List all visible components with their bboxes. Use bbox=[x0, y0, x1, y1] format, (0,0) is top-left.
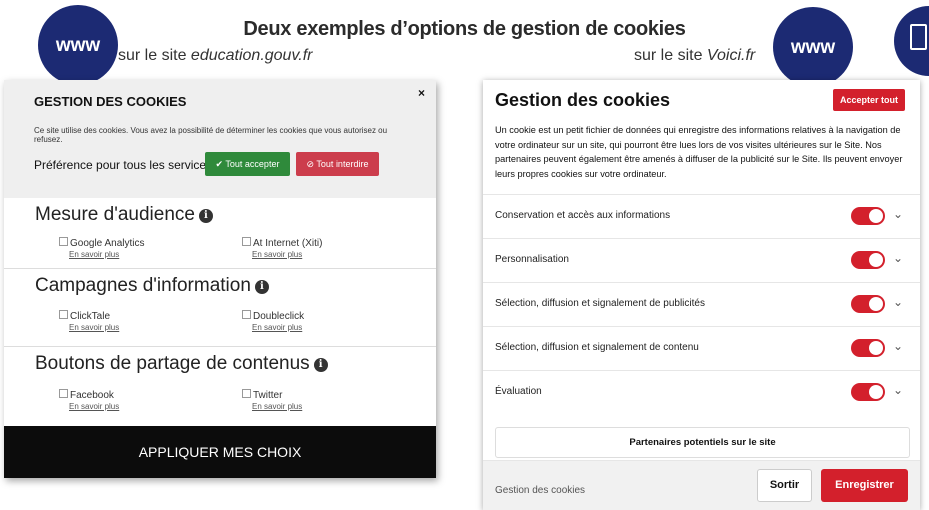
learn-more-link[interactable]: En savoir plus bbox=[69, 402, 119, 411]
chevron-down-icon[interactable]: ⌄ bbox=[893, 207, 903, 221]
toggle-knob bbox=[869, 341, 883, 355]
education-panel-title: GESTION DES COOKIES bbox=[34, 94, 187, 109]
section-title-campaigns-label: Campagnes d'information bbox=[35, 275, 251, 296]
info-icon[interactable]: i bbox=[254, 280, 269, 294]
option-facebook[interactable]: Facebook En savoir plus bbox=[59, 389, 119, 411]
apply-choices-button[interactable]: APPLIQUER MES CHOIX bbox=[4, 426, 436, 478]
section-title-audience: Mesure d'audience i bbox=[35, 204, 213, 226]
www-badge-left: www bbox=[38, 5, 118, 85]
consent-row-label: Conservation et accès aux informations bbox=[495, 210, 671, 221]
education-cookie-panel: × GESTION DES COOKIES Ce site utilise de… bbox=[4, 80, 436, 478]
chevron-down-icon[interactable]: ⌄ bbox=[893, 295, 903, 309]
option-clicktale[interactable]: ClickTale En savoir plus bbox=[59, 310, 119, 332]
consent-row[interactable]: Conservation et accès aux informations ⌄ bbox=[483, 194, 920, 239]
checkbox[interactable] bbox=[242, 237, 251, 246]
consent-toggle[interactable] bbox=[851, 251, 885, 269]
option-label: Facebook bbox=[70, 390, 114, 401]
voici-panel-title: Gestion des cookies bbox=[495, 90, 671, 110]
right-caption-prefix: sur le site bbox=[634, 47, 707, 64]
toggle-knob bbox=[869, 385, 883, 399]
left-caption-site: education.gouv.fr bbox=[190, 47, 313, 64]
divider bbox=[4, 346, 436, 347]
toggle-knob bbox=[869, 253, 883, 267]
learn-more-link[interactable]: En savoir plus bbox=[252, 250, 322, 259]
consent-row[interactable]: Sélection, diffusion et signalement de c… bbox=[483, 326, 920, 371]
option-doubleclick[interactable]: Doubleclick En savoir plus bbox=[242, 310, 304, 332]
option-label: ClickTale bbox=[70, 311, 111, 322]
checkbox[interactable] bbox=[242, 310, 251, 319]
voici-cookie-panel: Gestion des cookies Accepter tout Un coo… bbox=[483, 80, 920, 510]
right-caption-site: Voici.fr bbox=[706, 47, 756, 64]
option-twitter[interactable]: Twitter En savoir plus bbox=[242, 389, 302, 411]
deny-all-button[interactable]: ⊘ Tout interdire bbox=[296, 152, 379, 176]
education-panel-description: Ce site utilise des cookies. Vous avez l… bbox=[34, 126, 388, 144]
option-label: Google Analytics bbox=[70, 238, 145, 249]
accept-all-button[interactable]: ✔ Tout accepter bbox=[205, 152, 290, 176]
section-title-campaigns: Campagnes d'information i bbox=[35, 275, 269, 297]
consent-row[interactable]: Évaluation ⌄ bbox=[483, 370, 920, 415]
checkbox[interactable] bbox=[242, 389, 251, 398]
option-at-internet[interactable]: At Internet (Xiti) En savoir plus bbox=[242, 237, 322, 259]
consent-row[interactable]: Personnalisation ⌄ bbox=[483, 238, 920, 283]
consent-toggle[interactable] bbox=[851, 295, 885, 313]
document-icon bbox=[910, 24, 927, 50]
close-icon[interactable]: × bbox=[418, 86, 425, 100]
option-label: At Internet (Xiti) bbox=[253, 238, 323, 249]
learn-more-link[interactable]: En savoir plus bbox=[69, 250, 145, 259]
divider bbox=[4, 268, 436, 269]
checkbox[interactable] bbox=[59, 237, 68, 246]
partners-button[interactable]: Partenaires potentiels sur le site bbox=[495, 427, 910, 458]
left-caption-prefix: sur le site bbox=[118, 47, 191, 64]
toggle-knob bbox=[869, 297, 883, 311]
consent-row[interactable]: Sélection, diffusion et signalement de p… bbox=[483, 282, 920, 327]
consent-row-label: Évaluation bbox=[495, 386, 542, 397]
footer-label: Gestion des cookies bbox=[495, 485, 586, 496]
learn-more-link[interactable]: En savoir plus bbox=[252, 402, 302, 411]
consent-toggle[interactable] bbox=[851, 339, 885, 357]
preference-label: Préférence pour tous les services bbox=[34, 158, 213, 172]
www-badge-right: www bbox=[773, 7, 853, 87]
chevron-down-icon[interactable]: ⌄ bbox=[893, 251, 903, 265]
info-icon[interactable]: i bbox=[198, 209, 213, 223]
learn-more-link[interactable]: En savoir plus bbox=[69, 323, 119, 332]
consent-row-label: Personnalisation bbox=[495, 254, 569, 265]
save-button[interactable]: Enregistrer bbox=[821, 469, 908, 502]
chevron-down-icon[interactable]: ⌄ bbox=[893, 339, 903, 353]
chevron-down-icon[interactable]: ⌄ bbox=[893, 383, 903, 397]
consent-row-label: Sélection, diffusion et signalement de c… bbox=[495, 342, 699, 353]
consent-toggle[interactable] bbox=[851, 383, 885, 401]
section-title-audience-label: Mesure d'audience bbox=[35, 204, 195, 225]
option-google-analytics[interactable]: Google Analytics En savoir plus bbox=[59, 237, 145, 259]
info-icon[interactable]: i bbox=[313, 358, 328, 372]
left-caption: sur le site education.gouv.fr bbox=[118, 47, 312, 65]
checkbox[interactable] bbox=[59, 310, 68, 319]
section-title-sharing-label: Boutons de partage de contenus bbox=[35, 353, 310, 374]
voici-panel-footer: Gestion des cookies Sortir Enregistrer bbox=[483, 460, 920, 510]
consent-row-label: Sélection, diffusion et signalement de p… bbox=[495, 298, 705, 309]
quit-button[interactable]: Sortir bbox=[757, 469, 812, 502]
document-badge-icon bbox=[894, 6, 929, 76]
consent-toggle[interactable] bbox=[851, 207, 885, 225]
option-label: Doubleclick bbox=[253, 311, 305, 322]
checkbox[interactable] bbox=[59, 389, 68, 398]
right-caption: sur le site Voici.fr bbox=[634, 47, 755, 65]
accept-all-button[interactable]: Accepter tout bbox=[833, 89, 905, 111]
learn-more-link[interactable]: En savoir plus bbox=[252, 323, 304, 332]
education-panel-header: × GESTION DES COOKIES Ce site utilise de… bbox=[4, 80, 436, 198]
toggle-knob bbox=[869, 209, 883, 223]
option-label: Twitter bbox=[253, 390, 283, 401]
section-title-sharing: Boutons de partage de contenus i bbox=[35, 353, 328, 375]
voici-panel-description: Un cookie est un petit fichier de donnée… bbox=[495, 125, 903, 179]
